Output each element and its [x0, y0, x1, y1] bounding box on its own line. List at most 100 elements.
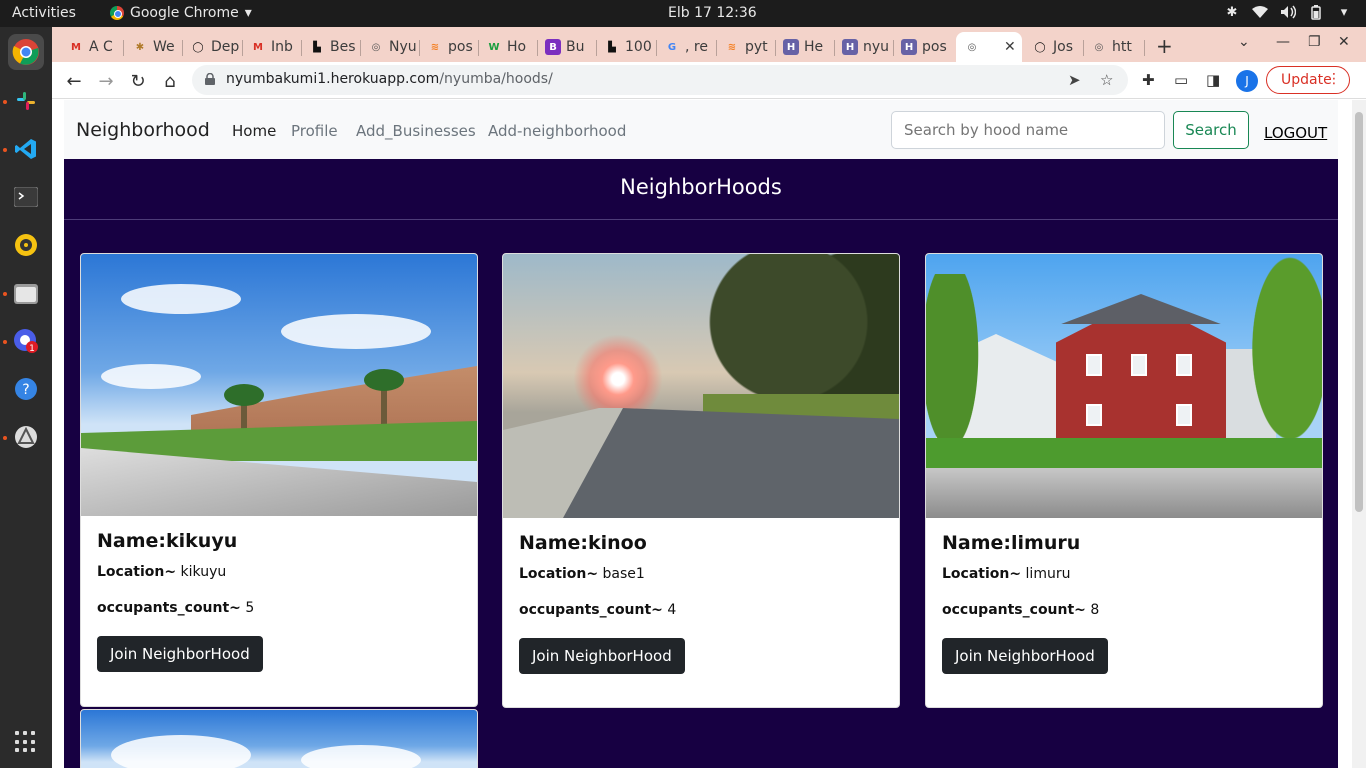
globe-icon: ◎ [371, 41, 381, 53]
dock-terminal-icon[interactable] [8, 179, 44, 215]
dock-chrome-icon[interactable] [8, 34, 44, 70]
scrollbar-thumb[interactable] [1355, 112, 1363, 512]
browser-tab[interactable]: W Ho [478, 32, 537, 62]
dock-app-center-icon[interactable] [8, 419, 44, 455]
browser-tab[interactable]: M Inb [242, 32, 301, 62]
browser-tab[interactable]: ◯ Dep [182, 32, 242, 62]
tab-label: Ho [507, 39, 527, 55]
browser-tab[interactable]: ✱ We [124, 32, 182, 62]
join-neighborhood-button[interactable]: Join NeighborHood [97, 636, 263, 672]
location-label: Location~ [942, 566, 1022, 582]
heroku-icon: H [783, 39, 799, 55]
profile-avatar[interactable]: J [1236, 70, 1258, 92]
tab-label: nyu [863, 39, 890, 55]
browser-tab[interactable]: ▙ Bes [301, 32, 360, 62]
join-neighborhood-button[interactable]: Join NeighborHood [942, 638, 1108, 674]
dock-running-indicator [3, 436, 7, 440]
volume-icon[interactable] [1280, 4, 1296, 20]
reload-icon[interactable]: ↻ [126, 69, 150, 93]
dock-slack-icon[interactable] [8, 83, 44, 119]
dock-files-icon[interactable] [8, 275, 44, 311]
clock[interactable]: Elb 17 12:36 [668, 5, 757, 21]
svg-text:1: 1 [29, 344, 35, 354]
browser-tab[interactable]: MA C [60, 32, 118, 62]
send-tab-icon[interactable]: ➤ [1068, 71, 1081, 89]
maximize-icon[interactable]: ❐ [1308, 34, 1321, 50]
browser-tab[interactable]: B Bu [537, 32, 596, 62]
join-neighborhood-button[interactable]: Join NeighborHood [519, 638, 685, 674]
search-button[interactable]: Search [1173, 111, 1249, 149]
nav-add-neighborhood-link[interactable]: Add-neighborhood [488, 122, 626, 140]
wifi-icon[interactable] [1252, 4, 1268, 20]
tab-label: Nyu [389, 39, 417, 55]
forward-arrow-icon[interactable]: → [94, 69, 118, 93]
github-icon: ◯ [192, 41, 204, 53]
stackoverflow-icon: ≋ [430, 41, 440, 53]
hood-location: Location~ limuru [942, 566, 1306, 582]
update-button[interactable]: Update ⋮ [1266, 66, 1350, 94]
tab-strip: M A C ✱ We ◯ Dep M Inb ▙ Bes ◎ Nyu ≋ pos W Ho BB… [52, 27, 1366, 62]
browser-tab[interactable]: G , re [656, 32, 716, 62]
dock-help-icon[interactable]: ? [8, 371, 44, 407]
browser-tab[interactable]: ≋ pyt [716, 32, 775, 62]
address-bar[interactable]: nyumbakumi1.herokuapp.com/nyumba/hoods/ … [192, 65, 1128, 95]
browser-tab-active[interactable]: ◎ ✕ [956, 32, 1022, 62]
dock-vscode-icon[interactable] [8, 131, 44, 167]
chrome-icon [110, 6, 124, 20]
kebab-menu-icon[interactable]: ⋮ [1327, 71, 1341, 87]
dock-rhythmbox-icon[interactable] [8, 227, 44, 263]
nav-profile-link[interactable]: Profile [291, 122, 338, 140]
tab-label: Bu [566, 39, 585, 55]
site-favicon-icon: W [488, 41, 500, 53]
site-brand[interactable]: Neighborhood [76, 119, 210, 141]
new-tab-icon[interactable]: + [1156, 34, 1173, 58]
tab-search-chevron-icon[interactable]: ⌄ [1238, 34, 1250, 50]
page-viewport: Neighborhood Home Profile Add_Businesses… [52, 100, 1366, 768]
close-tab-icon[interactable]: ✕ [1004, 39, 1016, 55]
system-tray[interactable]: ✱ ▾ [1224, 4, 1352, 20]
page-scrollbar[interactable] [1352, 100, 1366, 768]
page-title: NeighborHoods [620, 175, 782, 199]
app-menu[interactable]: Google Chrome ▾ [110, 5, 252, 21]
location-value: kikuyu [180, 564, 227, 580]
app-menu-label: Google Chrome [130, 5, 239, 21]
home-icon[interactable]: ⌂ [158, 69, 182, 93]
lock-icon[interactable] [204, 73, 216, 85]
browser-tab[interactable]: Hnyu [834, 32, 893, 62]
show-applications-icon[interactable] [15, 731, 37, 753]
cast-icon[interactable]: ▭ [1174, 71, 1188, 89]
browser-tab[interactable]: Hpos [893, 32, 952, 62]
browser-tab[interactable]: ≋ pos [419, 32, 478, 62]
bookmark-star-icon[interactable]: ☆ [1100, 71, 1113, 89]
hood-card: Name:kikuyu Location~ kikuyu occupants_c… [80, 253, 478, 707]
back-arrow-icon[interactable]: ← [62, 69, 86, 93]
nav-home-link[interactable]: Home [232, 122, 276, 140]
system-menu-caret-icon[interactable]: ▾ [1336, 4, 1352, 20]
close-window-icon[interactable]: ✕ [1338, 34, 1350, 50]
tab-label: pos [448, 39, 473, 55]
extensions-puzzle-icon[interactable]: ✚ [1142, 71, 1155, 89]
logout-link[interactable]: LOGOUT [1264, 124, 1327, 142]
tab-label: Inb [271, 39, 293, 55]
dock-software-updater-icon[interactable]: 1 [8, 323, 44, 359]
minimize-icon[interactable]: — [1276, 34, 1290, 50]
browser-tab[interactable]: ▙ 100 [596, 32, 656, 62]
browser-tab[interactable]: ◎ htt [1083, 32, 1143, 62]
browser-tab[interactable]: ◎ Nyu [360, 32, 419, 62]
hood-location: Location~ kikuyu [97, 564, 461, 580]
browser-tab[interactable]: H He [775, 32, 834, 62]
hood-card-body: Name:kikuyu Location~ kikuyu occupants_c… [81, 516, 477, 684]
chrome-window: M A C ✱ We ◯ Dep M Inb ▙ Bes ◎ Nyu ≋ pos W Ho BB… [52, 27, 1366, 768]
github-icon: ◯ [1034, 41, 1046, 53]
location-label: Location~ [519, 566, 599, 582]
site-favicon-icon: ▙ [313, 41, 321, 53]
activities-button[interactable]: Activities [12, 5, 76, 21]
side-panel-icon[interactable]: ◨ [1206, 71, 1220, 89]
nav-add-businesses-link[interactable]: Add_Businesses [356, 122, 476, 140]
gmail-icon: M [71, 41, 81, 53]
battery-icon[interactable] [1308, 4, 1324, 20]
hood-search-input[interactable] [891, 111, 1165, 149]
browser-toolbar: ← → ↻ ⌂ nyumbakumi1.herokuapp.com/nyumba… [52, 62, 1366, 99]
slack-tray-icon[interactable]: ✱ [1224, 4, 1240, 20]
browser-tab[interactable]: ◯ Jos [1024, 32, 1083, 62]
